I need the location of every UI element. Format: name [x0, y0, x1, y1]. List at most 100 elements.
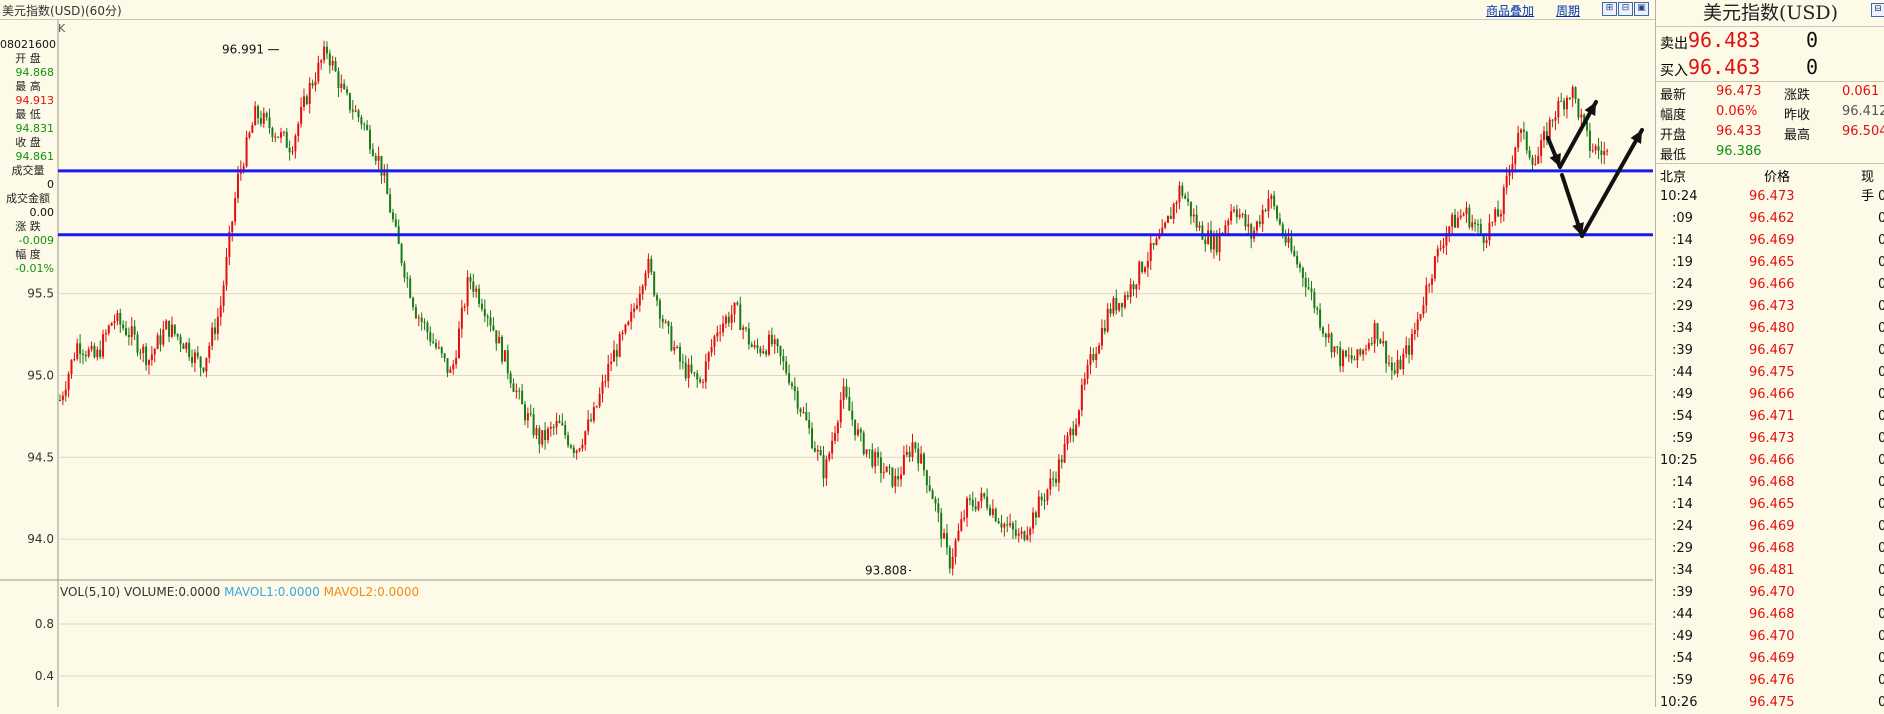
candle-body — [960, 519, 963, 531]
candle-body — [1422, 305, 1425, 314]
tick-row: :24 96.466 0 — [1656, 274, 1884, 296]
candle-body — [423, 321, 426, 323]
tick-row: :59 96.476 0 — [1656, 670, 1884, 692]
tick-time: :14 — [1672, 475, 1693, 490]
candle-body — [816, 449, 819, 452]
candle-body — [790, 383, 793, 387]
candle-body — [168, 320, 171, 337]
candle-body — [185, 342, 188, 349]
candle-body — [268, 117, 271, 129]
candle-body — [96, 349, 99, 358]
candle-body — [776, 339, 779, 347]
tick-time: :54 — [1672, 409, 1693, 424]
tick-header-time: 北京 — [1660, 170, 1687, 185]
period-link[interactable]: 周期 — [1556, 2, 1580, 19]
sell-price: 96.483 — [1688, 28, 1761, 52]
candle-body — [457, 328, 460, 358]
candle-body — [1164, 222, 1167, 228]
candle-body — [1531, 157, 1534, 165]
candle-body — [1319, 309, 1322, 328]
candle-body — [73, 358, 76, 360]
candle-body — [897, 476, 900, 480]
candle-body — [750, 344, 753, 348]
candle-body — [664, 321, 667, 323]
tick-price: 96.470 — [1749, 585, 1795, 600]
candle-body — [492, 325, 495, 331]
candle-body — [1517, 132, 1520, 148]
tick-price: 96.468 — [1749, 541, 1795, 556]
candle-body — [1537, 155, 1540, 164]
layout-button-3[interactable]: ▣ — [1634, 2, 1649, 16]
candle-body — [503, 350, 506, 362]
candle-body — [802, 411, 805, 413]
candle-body — [1462, 213, 1465, 216]
candle-body — [196, 352, 199, 357]
y-tick-label: 94.0 — [27, 532, 54, 546]
candle-body — [1069, 428, 1072, 436]
tick-header: 北京 价格 现手 — [1656, 164, 1884, 204]
candle-body — [724, 316, 727, 324]
low-annotation: 93.808 — [865, 564, 907, 578]
tick-price: 96.469 — [1749, 233, 1795, 248]
volume-tick-label: 0.4 — [35, 669, 54, 683]
candle-body — [61, 395, 64, 401]
candle-body — [1468, 207, 1471, 228]
candle-body — [753, 345, 756, 348]
candle-body — [1606, 150, 1609, 152]
candle-body — [426, 322, 429, 333]
candle-body — [1020, 531, 1023, 534]
layout-button-2[interactable]: ⊟ — [1618, 2, 1633, 16]
candle-body — [1293, 250, 1296, 256]
candle-body — [1324, 333, 1327, 338]
candle-body — [1178, 185, 1181, 203]
candle-body — [222, 285, 225, 306]
tick-qty: 0 — [1878, 387, 1884, 402]
y-tick-label: 95.5 — [27, 287, 54, 301]
tick-header-price: 价格 — [1764, 170, 1791, 185]
candle-body — [561, 422, 564, 425]
candle-body — [193, 352, 196, 363]
overlay-commodity-link[interactable]: 商品叠加 — [1486, 2, 1534, 19]
candle-body — [931, 490, 934, 500]
candle-body — [991, 508, 994, 515]
candle-body — [79, 343, 82, 354]
candle-body — [159, 335, 162, 345]
quote-stat-row: 开盘 96.433 最高 96.504 — [1656, 122, 1884, 143]
candle-body — [1014, 529, 1017, 536]
tick-list[interactable]: 10:24 96.473 0:09 96.462 0:14 96.469 0:19 96.46… — [1656, 186, 1884, 714]
candle-body — [1057, 459, 1060, 483]
candle-body — [779, 346, 782, 357]
candle-body — [391, 212, 394, 220]
candle-body — [963, 517, 966, 520]
layout-button-1[interactable]: ⊞ — [1602, 2, 1617, 16]
candle-body — [1301, 267, 1304, 278]
candle-body — [1485, 240, 1488, 243]
candle-body — [64, 389, 67, 396]
candle-body — [234, 198, 237, 222]
candle-body — [1591, 150, 1594, 152]
candle-body — [796, 390, 799, 409]
tick-row: :39 96.467 0 — [1656, 340, 1884, 362]
candle-body — [546, 428, 549, 440]
candle-body — [251, 125, 254, 133]
tick-price: 96.466 — [1749, 387, 1795, 402]
candle-body — [489, 317, 492, 326]
candle-body — [770, 334, 773, 345]
panel-toggle-icon[interactable]: ⊟ — [1871, 3, 1884, 17]
candle-body — [236, 173, 239, 199]
candle-body — [1284, 235, 1287, 243]
candle-body — [1066, 435, 1069, 444]
tick-time: :34 — [1672, 321, 1693, 336]
candle-body — [1215, 234, 1218, 253]
candle-body — [403, 263, 406, 278]
candle-body — [793, 386, 796, 391]
candle-body — [1029, 528, 1032, 535]
candle-body — [211, 327, 214, 346]
candle-body — [1390, 362, 1393, 371]
price-chart[interactable]: 94.0 94.5 95.0 95.5 0.8 0.4 96.991 93.808 — [0, 20, 1655, 707]
tick-row: :44 96.475 0 — [1656, 362, 1884, 384]
candle-body — [1098, 345, 1101, 354]
candle-body — [1172, 203, 1175, 219]
candle-body — [681, 361, 684, 363]
candle-body — [116, 312, 119, 321]
